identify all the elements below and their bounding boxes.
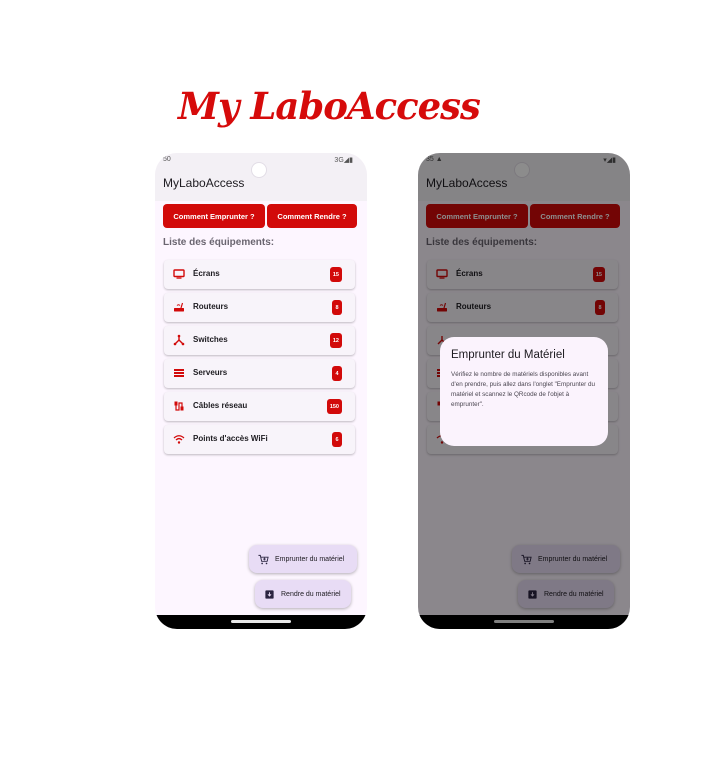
status-indicators: 3G◢▮ [334, 157, 353, 164]
phone-screen-dialog: 35 ▲ ▾◢▮ MyLaboAccess Comment Emprunter … [418, 153, 630, 629]
item-count-badge: 4 [332, 366, 342, 381]
how-to-return-button[interactable]: Comment Rendre ? [267, 204, 357, 228]
cable-icon [173, 400, 185, 412]
equipment-list: Écrans 15 Routeurs 8 Switches 12 Serveur… [164, 260, 355, 458]
item-label: Câbles réseau [193, 401, 248, 410]
item-label: Points d'accès WiFi [193, 434, 268, 443]
item-label: Routeurs [193, 302, 229, 311]
navigation-bar [155, 615, 367, 629]
return-box-icon [264, 589, 275, 600]
dialog-message: Vérifiez le nombre de matériels disponib… [451, 371, 595, 409]
camera-cutout [251, 162, 267, 178]
borrow-equipment-label: Emprunter du matériel [275, 555, 345, 563]
wifi-icon [173, 433, 185, 445]
add-cart-icon [258, 554, 269, 565]
status-time: 50 [163, 156, 171, 163]
list-item-switches[interactable]: Switches 12 [164, 326, 355, 355]
router-icon [173, 301, 185, 313]
item-count-badge: 8 [332, 300, 342, 315]
app-title: MyLaboAccess [163, 176, 245, 190]
item-count-badge: 15 [329, 267, 342, 282]
monitor-icon [173, 268, 185, 280]
borrow-instructions-dialog: Emprunter du Matériel Vérifiez le nombre… [440, 337, 608, 446]
list-item-serveurs[interactable]: Serveurs 4 [164, 359, 355, 388]
server-icon [173, 367, 185, 379]
home-gesture-handle[interactable] [231, 620, 291, 623]
item-label: Switches [193, 335, 228, 344]
borrow-equipment-button[interactable]: Emprunter du matériel [249, 545, 357, 573]
list-item-ecrans[interactable]: Écrans 15 [164, 260, 355, 289]
dialog-title: Emprunter du Matériel [451, 349, 565, 361]
phone-screen-main: 50 3G◢▮ MyLaboAccess Comment Emprunter ?… [155, 153, 367, 629]
return-equipment-button[interactable]: Rendre du matériel [255, 580, 351, 608]
how-to-borrow-button[interactable]: Comment Emprunter ? [163, 204, 265, 228]
return-equipment-label: Rendre du matériel [281, 590, 341, 598]
list-item-routeurs[interactable]: Routeurs 8 [164, 293, 355, 322]
item-label: Serveurs [193, 368, 228, 377]
item-count-badge: 6 [332, 432, 342, 447]
brand-title: My LaboAccess [178, 84, 481, 128]
list-item-cables[interactable]: Câbles réseau 150 [164, 392, 355, 421]
equipment-list-title: Liste des équipements: [163, 237, 275, 248]
list-item-wifi[interactable]: Points d'accès WiFi 6 [164, 425, 355, 454]
item-count-badge: 150 [326, 399, 342, 414]
item-label: Écrans [193, 269, 220, 278]
item-count-badge: 12 [329, 333, 342, 348]
switch-icon [173, 334, 185, 346]
